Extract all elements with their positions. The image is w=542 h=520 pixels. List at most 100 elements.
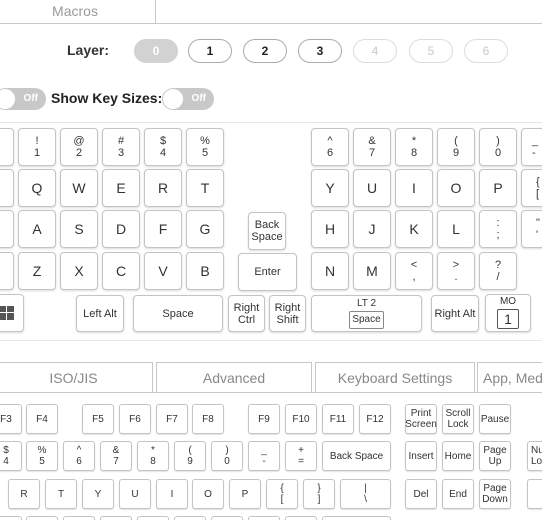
- key-w[interactable]: W: [60, 169, 98, 207]
- pick-8[interactable]: * 8: [137, 441, 169, 471]
- pick-p[interactable]: P: [229, 479, 261, 509]
- pick-6[interactable]: ^ 6: [63, 441, 95, 471]
- key-right-alt[interactable]: Right Alt: [431, 295, 479, 332]
- key-m[interactable]: M: [353, 252, 391, 290]
- pick-f11[interactable]: F11: [322, 404, 354, 434]
- first-toggle[interactable]: Off: [0, 88, 46, 110]
- pick-del[interactable]: Del: [405, 479, 437, 509]
- key-h[interactable]: H: [311, 210, 349, 248]
- pick-row-partial[interactable]: [248, 516, 280, 520]
- key-b[interactable]: B: [186, 252, 224, 290]
- key-k[interactable]: K: [395, 210, 433, 248]
- key-caps[interactable]: [0, 210, 14, 248]
- key-g[interactable]: G: [186, 210, 224, 248]
- pick-row-partial[interactable]: [100, 516, 132, 520]
- key-0[interactable]: ) 0: [479, 128, 517, 166]
- key-r[interactable]: R: [144, 169, 182, 207]
- pick-o[interactable]: O: [192, 479, 224, 509]
- key-comma[interactable]: <,: [395, 252, 433, 290]
- pick-row-partial[interactable]: [322, 516, 391, 520]
- layer-6-button[interactable]: 6: [464, 39, 508, 63]
- key-2[interactable]: @2: [60, 128, 98, 166]
- pick-f7[interactable]: F7: [156, 404, 188, 434]
- key-j[interactable]: J: [353, 210, 391, 248]
- key-4[interactable]: $4: [144, 128, 182, 166]
- key-lt2-space[interactable]: LT 2 Space: [311, 295, 422, 332]
- pick-f9[interactable]: F9: [248, 404, 280, 434]
- pick-row-partial[interactable]: [0, 516, 22, 520]
- pick-page-down[interactable]: Page Down: [479, 479, 511, 509]
- pick-back-space[interactable]: Back Space: [322, 441, 391, 471]
- key-backspace[interactable]: Back Space: [248, 212, 286, 250]
- pick-7[interactable]: & 7: [100, 441, 132, 471]
- pick-minus[interactable]: _ -: [248, 441, 280, 471]
- key-e[interactable]: E: [102, 169, 140, 207]
- tab-iso-jis[interactable]: ISO/JIS: [0, 362, 153, 392]
- layer-1-button[interactable]: 1: [188, 39, 232, 63]
- key-i[interactable]: I: [395, 169, 433, 207]
- layer-2-button[interactable]: 2: [243, 39, 287, 63]
- pick-home[interactable]: Home: [442, 441, 474, 471]
- pick-f12[interactable]: F12: [359, 404, 391, 434]
- key-6[interactable]: ^ 6: [311, 128, 349, 166]
- pick-pipe[interactable]: | \: [340, 479, 391, 509]
- pick-u[interactable]: U: [119, 479, 151, 509]
- pick-brace-close[interactable]: }]: [303, 479, 335, 509]
- key-9[interactable]: (9: [437, 128, 475, 166]
- key-z[interactable]: Z: [18, 252, 56, 290]
- key-right-shift[interactable]: Right Shift: [269, 295, 306, 332]
- pick-row-partial[interactable]: [63, 516, 95, 520]
- layer-0-button[interactable]: 0: [134, 39, 178, 63]
- key-5[interactable]: % 5: [186, 128, 224, 166]
- key-s[interactable]: S: [60, 210, 98, 248]
- pick-insert[interactable]: Insert: [405, 441, 437, 471]
- layer-5-button[interactable]: 5: [409, 39, 453, 63]
- pick-i[interactable]: I: [156, 479, 188, 509]
- key-right-ctrl[interactable]: Right Ctrl: [228, 295, 265, 332]
- key-c[interactable]: C: [102, 252, 140, 290]
- key-u[interactable]: U: [353, 169, 391, 207]
- layer-3-button[interactable]: 3: [298, 39, 342, 63]
- key-quote[interactable]: " ': [521, 210, 542, 248]
- pick-row-partial[interactable]: [211, 516, 243, 520]
- tab-advanced[interactable]: Advanced: [156, 362, 312, 392]
- pick-t[interactable]: T: [45, 479, 77, 509]
- key-8[interactable]: * 8: [395, 128, 433, 166]
- key-d[interactable]: D: [102, 210, 140, 248]
- pick-brace-open[interactable]: {[: [266, 479, 298, 509]
- key-backtick[interactable]: [0, 128, 14, 166]
- key-x[interactable]: X: [60, 252, 98, 290]
- pick-pause[interactable]: Pause: [479, 404, 511, 434]
- key-3[interactable]: #3: [102, 128, 140, 166]
- pick-f6[interactable]: F6: [119, 404, 151, 434]
- key-minus[interactable]: _ -: [521, 128, 542, 166]
- key-n[interactable]: N: [311, 252, 349, 290]
- key-o[interactable]: O: [437, 169, 475, 207]
- key-bracket-open[interactable]: {[: [521, 169, 542, 207]
- pick-f5[interactable]: F5: [82, 404, 114, 434]
- pick-scroll-lock[interactable]: Scroll Lock: [442, 404, 474, 434]
- pick-4[interactable]: $4: [0, 441, 22, 471]
- key-mo1[interactable]: MO 1: [485, 294, 531, 332]
- key-t[interactable]: T: [186, 169, 224, 207]
- show-key-sizes-toggle[interactable]: Off: [162, 88, 214, 110]
- pick-9[interactable]: (9: [174, 441, 206, 471]
- pick-equals[interactable]: + =: [285, 441, 317, 471]
- key-f[interactable]: F: [144, 210, 182, 248]
- pick-row-partial[interactable]: [174, 516, 206, 520]
- pick-row-partial[interactable]: [137, 516, 169, 520]
- key-enter[interactable]: Enter: [238, 253, 297, 291]
- key-period[interactable]: >.: [437, 252, 475, 290]
- tab-keyboard-settings[interactable]: Keyboard Settings: [315, 362, 475, 392]
- pick-f4[interactable]: F4: [26, 404, 58, 434]
- pick-r[interactable]: R: [8, 479, 40, 509]
- pick-f3[interactable]: F3: [0, 404, 22, 434]
- pick-y[interactable]: Y: [82, 479, 114, 509]
- pick-num-lock[interactable]: Nu Lo: [527, 441, 542, 471]
- key-left-alt[interactable]: Left Alt: [76, 295, 124, 332]
- tab-macros[interactable]: Macros: [0, 0, 156, 24]
- key-slash[interactable]: ? /: [479, 252, 517, 290]
- layer-4-button[interactable]: 4: [353, 39, 397, 63]
- pick-f8[interactable]: F8: [192, 404, 224, 434]
- pick-row-partial[interactable]: [285, 516, 317, 520]
